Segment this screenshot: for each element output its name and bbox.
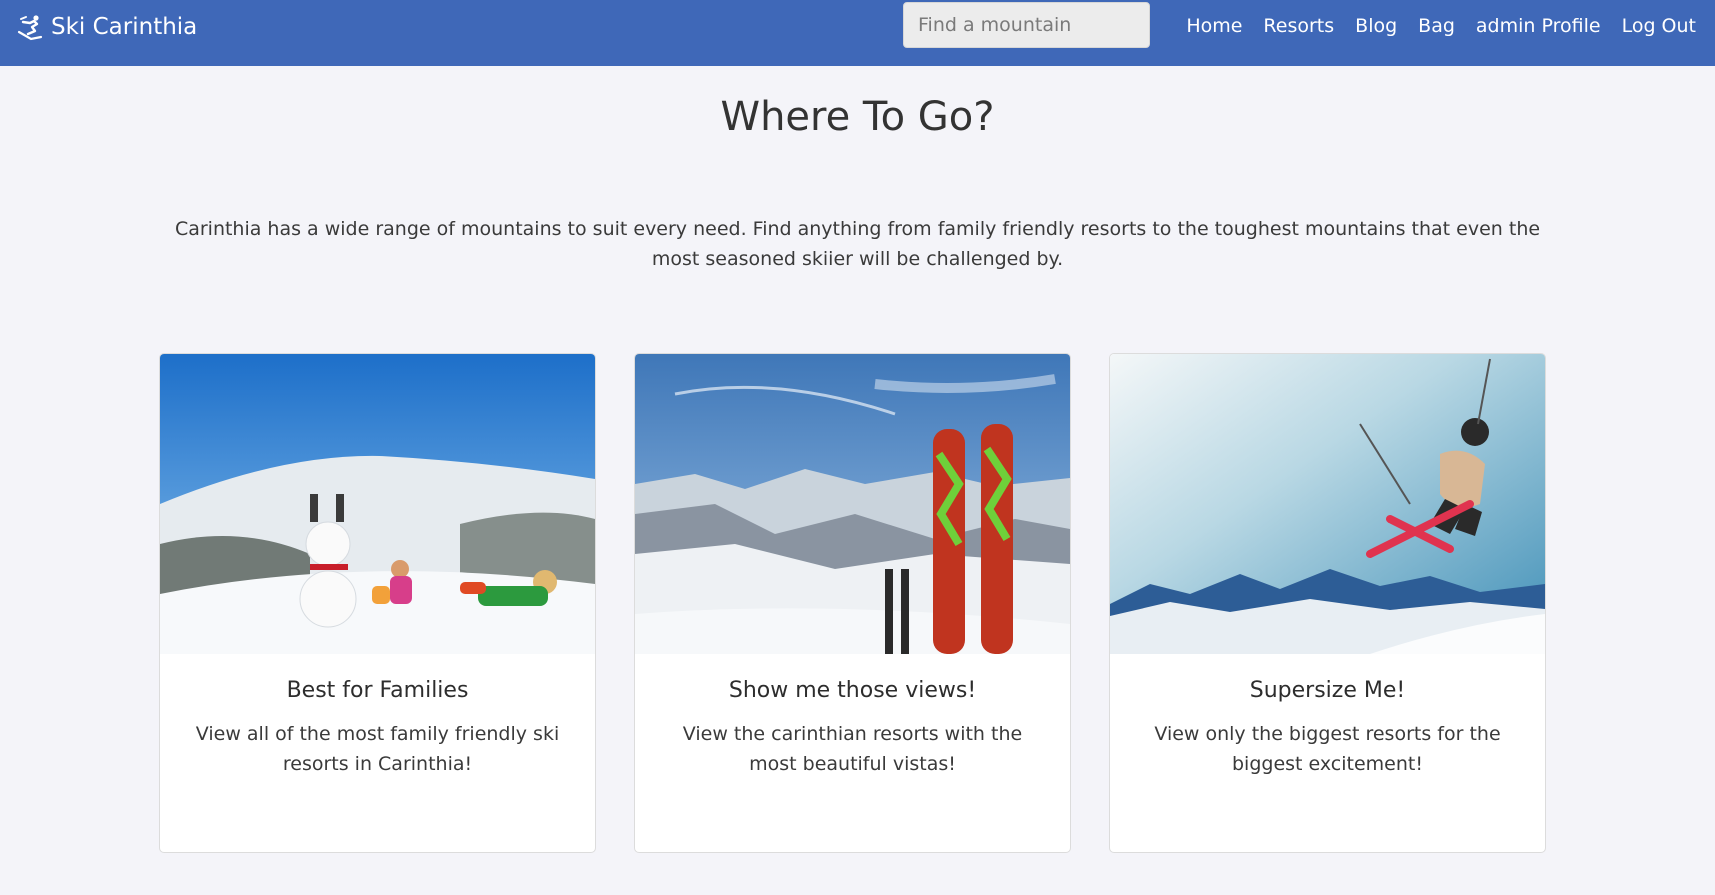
nav-logout-link[interactable]: Log Out [1622,13,1696,39]
nav-resorts-link[interactable]: Resorts [1263,13,1334,39]
page-title: Where To Go? [720,94,995,140]
card-title: Supersize Me! [1249,678,1406,703]
freestyle-skier-jump-photo [1110,354,1545,654]
skier-icon [17,15,43,41]
navbar: Ski Carinthia Home Resorts Blog Bag admi… [0,0,1715,66]
card-supersize[interactable]: Supersize Me! View only the biggest reso… [1109,353,1546,853]
card-text: View the carinthian resorts with the mos… [682,723,1023,775]
nav-blog-link[interactable]: Blog [1355,13,1397,39]
nav-bag-link[interactable]: Bag [1418,13,1455,39]
family-snowman-photo [160,354,595,654]
card-title: Show me those views! [728,678,977,703]
nav-profile-link[interactable]: admin Profile [1476,13,1601,39]
brand-link[interactable]: Ski Carinthia [17,13,197,41]
intro-text: Carinthia has a wide range of mountains … [174,218,1541,270]
search-input[interactable] [903,2,1150,48]
card-text: View all of the most family friendly ski… [195,723,560,775]
card-views[interactable]: Show me those views! View the carinthian… [634,353,1071,853]
nav-home-link[interactable]: Home [1186,13,1242,39]
card-text: View only the biggest resorts for the bi… [1154,723,1501,775]
brand-name: Ski Carinthia [51,14,198,40]
skis-mountain-view-photo [635,354,1070,654]
card-families[interactable]: Best for Families View all of the most f… [159,353,596,853]
nav-links: Home Resorts Blog Bag admin Profile Log … [1186,13,1696,39]
card-title: Best for Families [286,678,469,703]
